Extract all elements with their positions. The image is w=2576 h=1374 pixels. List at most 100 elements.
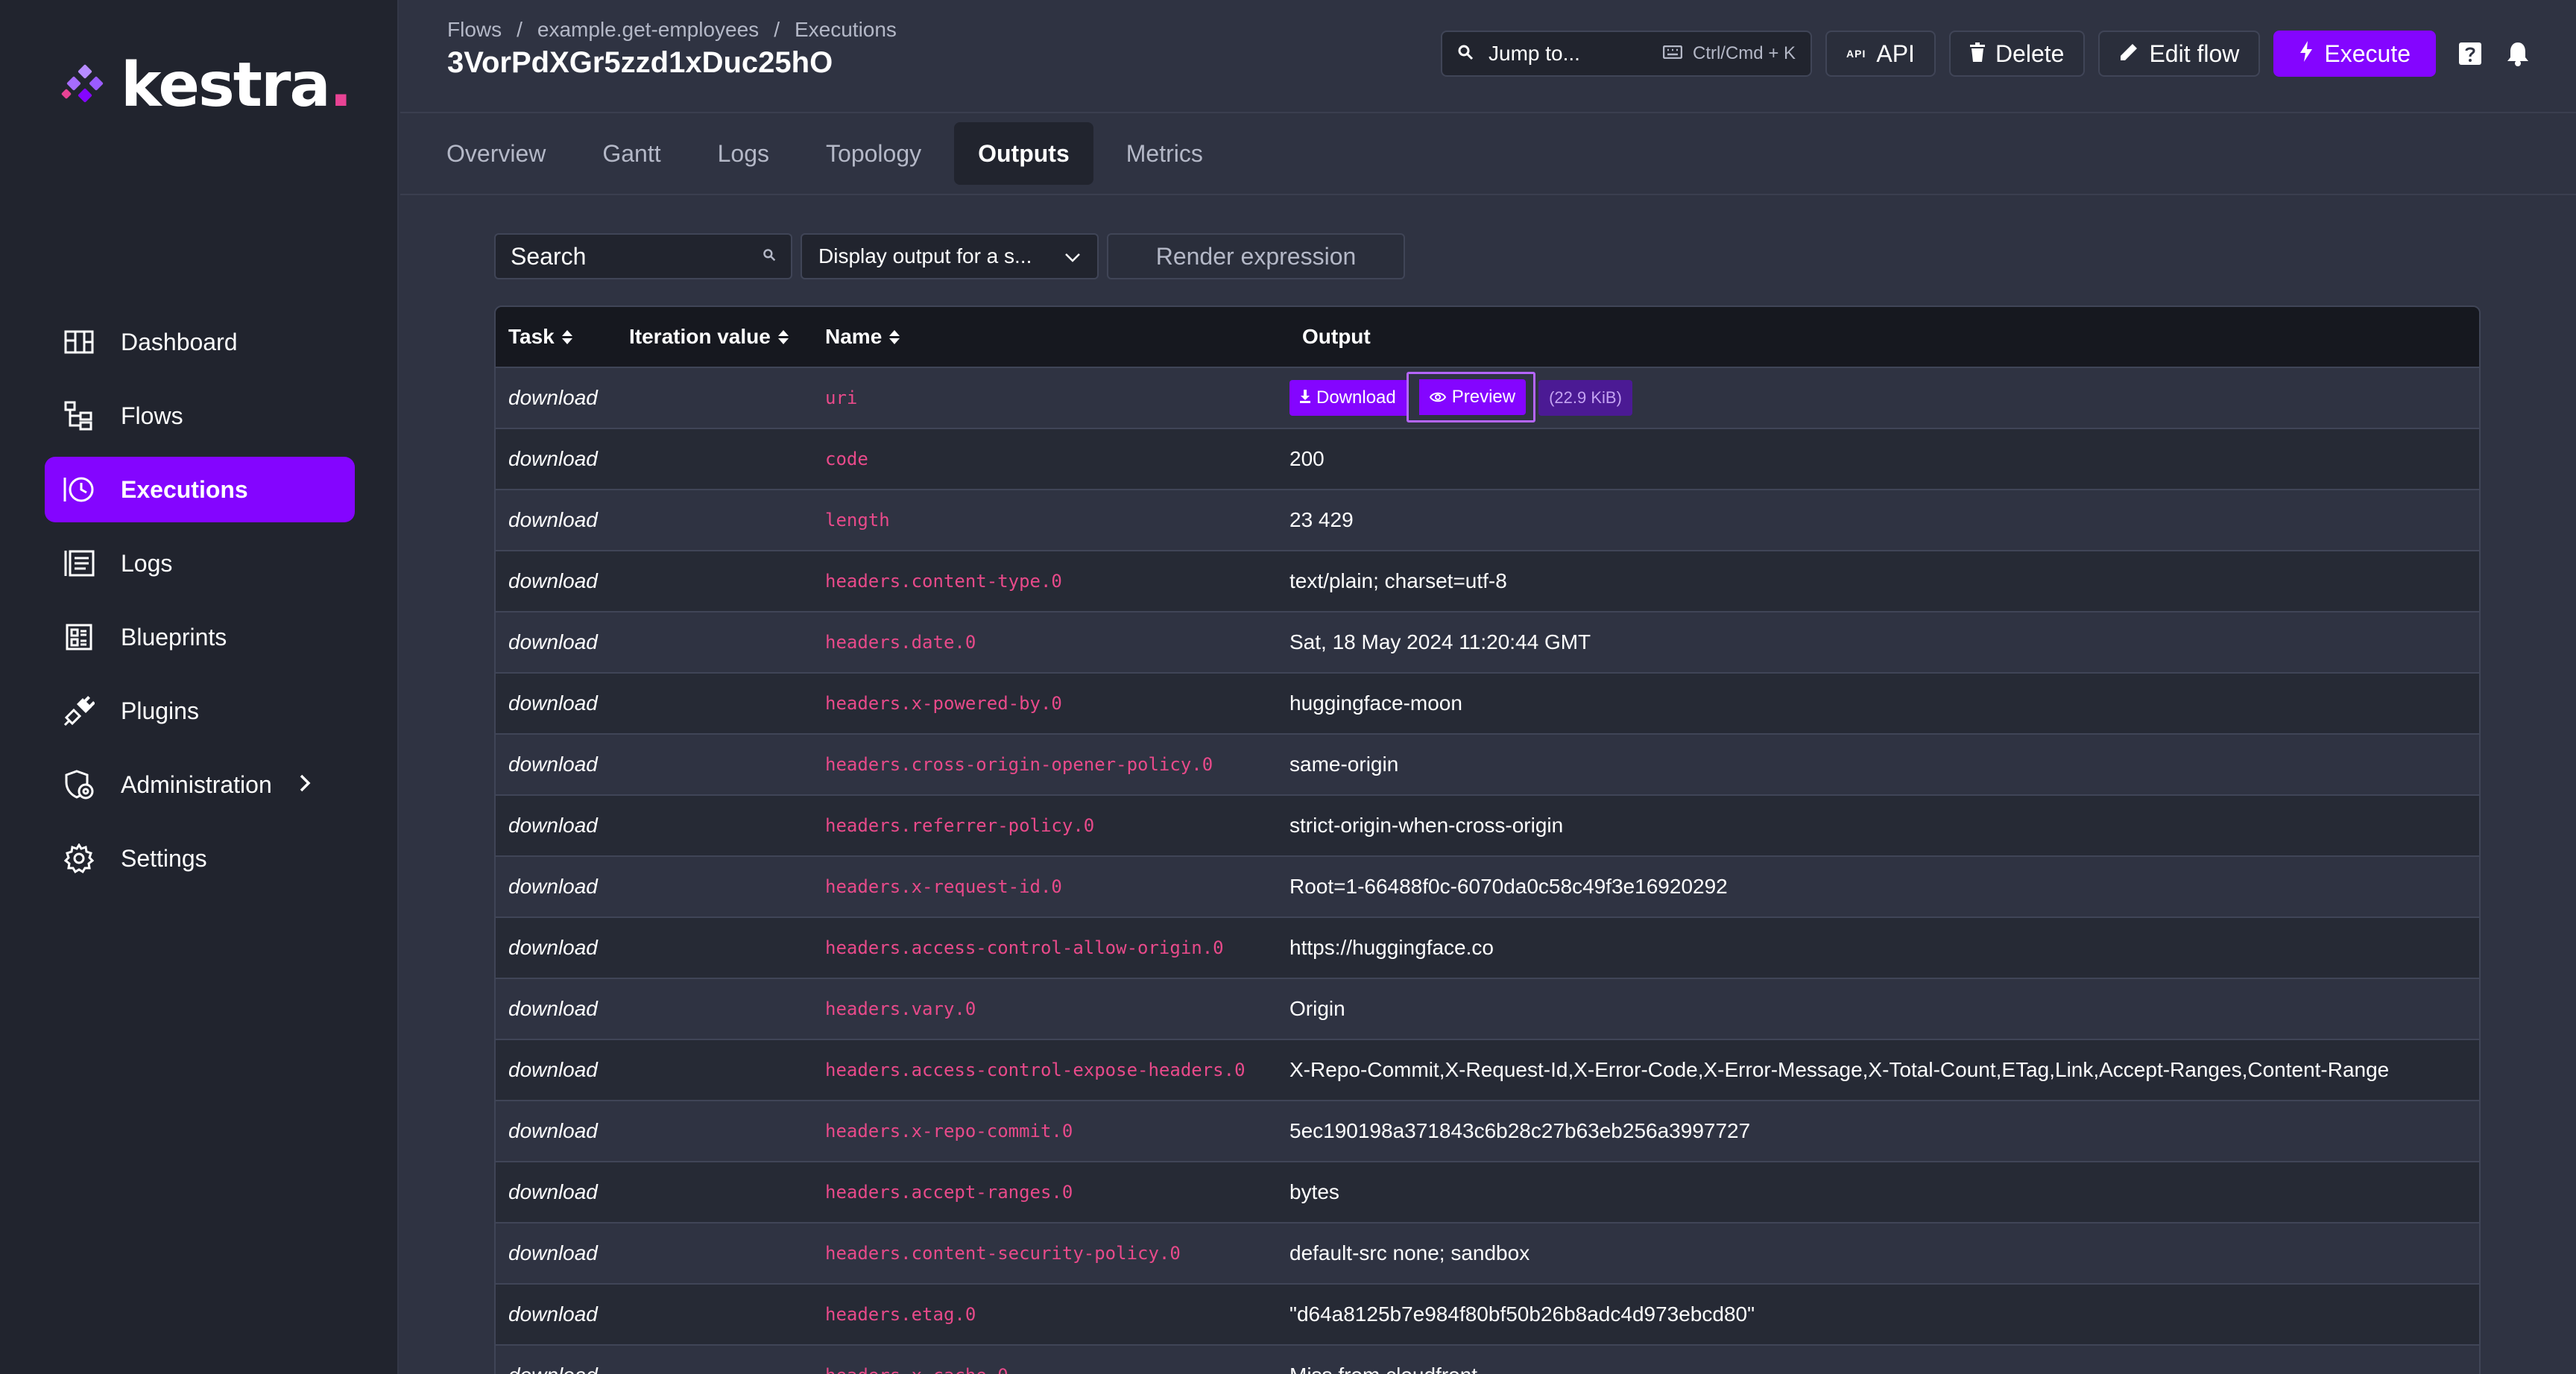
column-header-label: Iteration value: [629, 325, 771, 348]
sidebar-item-administration[interactable]: Administration: [45, 752, 355, 817]
cell-output: X-Repo-Commit,X-Request-Id,X-Error-Code,…: [1289, 1058, 2390, 1081]
sidebar-item-executions[interactable]: Executions: [45, 457, 355, 522]
column-header-iteration[interactable]: Iteration value: [616, 325, 825, 349]
sidebar-item-settings[interactable]: Settings: [45, 826, 355, 891]
output-filters: Display output for a s... Render express…: [494, 233, 1405, 279]
cell-name: headers.x-request-id.0: [825, 876, 1062, 897]
preview-button-label: Preview: [1451, 387, 1516, 407]
table-row: download headers.access-control-expose-he…: [496, 1039, 2479, 1100]
sidebar-item-dashboard[interactable]: Dashboard: [45, 309, 355, 375]
cell-output: text/plain; charset=utf-8: [1289, 569, 1507, 592]
api-button-label: API: [1876, 39, 1915, 67]
cell-name: headers.access-control-expose-headers.0: [825, 1060, 1246, 1080]
chevron-down-icon: [1064, 244, 1081, 268]
sort-icon: [889, 329, 900, 344]
delete-button[interactable]: Delete: [1948, 31, 2086, 77]
header-actions: Jump to... Ctrl/Cmd + K API API Delete E…: [1441, 31, 2531, 77]
sidebar-item-label: Plugins: [121, 697, 199, 724]
jump-to-search[interactable]: Jump to... Ctrl/Cmd + K: [1441, 31, 1813, 77]
preview-highlight: Preview: [1406, 372, 1536, 422]
cell-output: "d64a8125b7e984f80bf50b26b8adc4d973ebcd8…: [1289, 1302, 1755, 1326]
cell-task: download: [508, 814, 598, 837]
display-output-select[interactable]: Display output for a s...: [801, 233, 1099, 279]
cell-task: download: [508, 447, 598, 470]
table-row: download code 200: [496, 428, 2479, 489]
render-expression-button[interactable]: Render expression: [1107, 233, 1405, 279]
tab-topology[interactable]: Topology: [802, 122, 945, 185]
breadcrumb-executions[interactable]: Executions: [795, 18, 897, 42]
sidebar-item-blueprints[interactable]: Blueprints: [45, 604, 355, 670]
page-title: 3VorPdXGr5zzd1xDuc25hO: [447, 46, 833, 79]
cell-output: Root=1-66488f0c-6070da0c58c49f3e16920292: [1289, 875, 1728, 898]
cell-name: headers.accept-ranges.0: [825, 1182, 1073, 1203]
tab-outputs[interactable]: Outputs: [954, 122, 1093, 185]
download-button-label: Download: [1316, 387, 1396, 408]
column-header-label: Name: [825, 325, 883, 348]
cell-output: Origin: [1289, 997, 1345, 1020]
tab-metrics[interactable]: Metrics: [1102, 122, 1227, 185]
tab-overview[interactable]: Overview: [423, 122, 569, 185]
pencil-icon: [2119, 40, 2138, 68]
dashboard-icon: [63, 326, 95, 358]
cell-task: download: [508, 386, 598, 409]
search-box: [494, 233, 792, 279]
breadcrumb: Flows / example.get-employees / Executio…: [447, 18, 897, 42]
cell-output: 5ec190198a371843c6b28c27b63eb256a3997727: [1289, 1119, 1751, 1142]
download-button[interactable]: Download: [1289, 380, 1407, 416]
cell-output: Download Preview (22.9 KiB): [1289, 372, 2479, 422]
tab-logs[interactable]: Logs: [694, 122, 793, 185]
sidebar-item-plugins[interactable]: Plugins: [45, 678, 355, 744]
cell-output: 23 429: [1289, 508, 1354, 531]
table-row: download headers.etag.0 "d64a8125b7e984f80…: [496, 1283, 2479, 1344]
execution-tabs: Overview Gantt Logs Topology Outputs Met…: [400, 113, 2576, 195]
column-header-name[interactable]: Name: [825, 325, 1289, 349]
sidebar-item-label: Settings: [121, 844, 207, 872]
jump-to-label: Jump to...: [1489, 42, 1580, 65]
cell-name: headers.content-type.0: [825, 571, 1062, 592]
cell-name: code: [825, 449, 868, 469]
breadcrumb-flows[interactable]: Flows: [447, 18, 502, 42]
bell-icon[interactable]: [2504, 40, 2531, 67]
eye-icon: [1429, 387, 1446, 408]
preview-button[interactable]: Preview: [1418, 379, 1527, 415]
delete-button-label: Delete: [1995, 39, 2065, 67]
cell-output: Miss from cloudfront: [1289, 1364, 2479, 1374]
cell-name: headers.vary.0: [825, 998, 976, 1019]
sidebar-item-label: Dashboard: [121, 328, 238, 355]
administration-icon: [63, 768, 95, 801]
sidebar-item-flows[interactable]: Flows: [45, 383, 355, 449]
keyboard-icon: [1662, 43, 1683, 64]
blueprints-icon: [63, 621, 95, 653]
help-icon[interactable]: [2457, 40, 2484, 67]
table-row: download length 23 429: [496, 489, 2479, 550]
api-button[interactable]: API API: [1825, 31, 1936, 77]
sidebar-item-logs[interactable]: Logs: [45, 531, 355, 596]
settings-icon: [63, 842, 95, 875]
logo-text: kestra.: [121, 50, 353, 121]
cell-task: download: [508, 569, 598, 592]
column-header-output: Output: [1289, 325, 2479, 349]
kestra-logo[interactable]: kestra.: [60, 50, 353, 121]
display-output-select-value: Display output for a s...: [818, 244, 1032, 267]
table-row: download headers.x-repo-commit.0 5ec190198…: [496, 1100, 2479, 1161]
execute-button[interactable]: Execute: [2273, 31, 2436, 77]
table-row: download headers.vary.0 Origin: [496, 978, 2479, 1039]
search-input[interactable]: [511, 242, 749, 270]
edit-flow-button[interactable]: Edit flow: [2098, 31, 2261, 77]
sidebar-item-label: Logs: [121, 549, 173, 577]
breadcrumb-flow-id[interactable]: example.get-employees: [537, 18, 759, 42]
plugins-icon: [63, 694, 95, 727]
sidebar-item-label: Flows: [121, 402, 183, 429]
cell-task: download: [508, 1302, 598, 1326]
cell-output: 200: [1289, 447, 1325, 470]
executions-icon: [63, 473, 95, 506]
table-row: download uri Download Preview (22.9 KiB): [496, 367, 2479, 428]
table-row: download headers.cross-origin-opener-poli…: [496, 733, 2479, 794]
column-header-task[interactable]: Task: [496, 325, 616, 349]
top-bar: Flows / example.get-employees / Executio…: [400, 0, 2576, 113]
cell-task: download: [508, 630, 598, 653]
cell-name: headers.referrer-policy.0: [825, 815, 1095, 836]
tab-gantt[interactable]: Gantt: [578, 122, 684, 185]
shortcut-text: Ctrl/Cmd + K: [1692, 43, 1796, 63]
cell-task: download: [496, 1364, 616, 1374]
